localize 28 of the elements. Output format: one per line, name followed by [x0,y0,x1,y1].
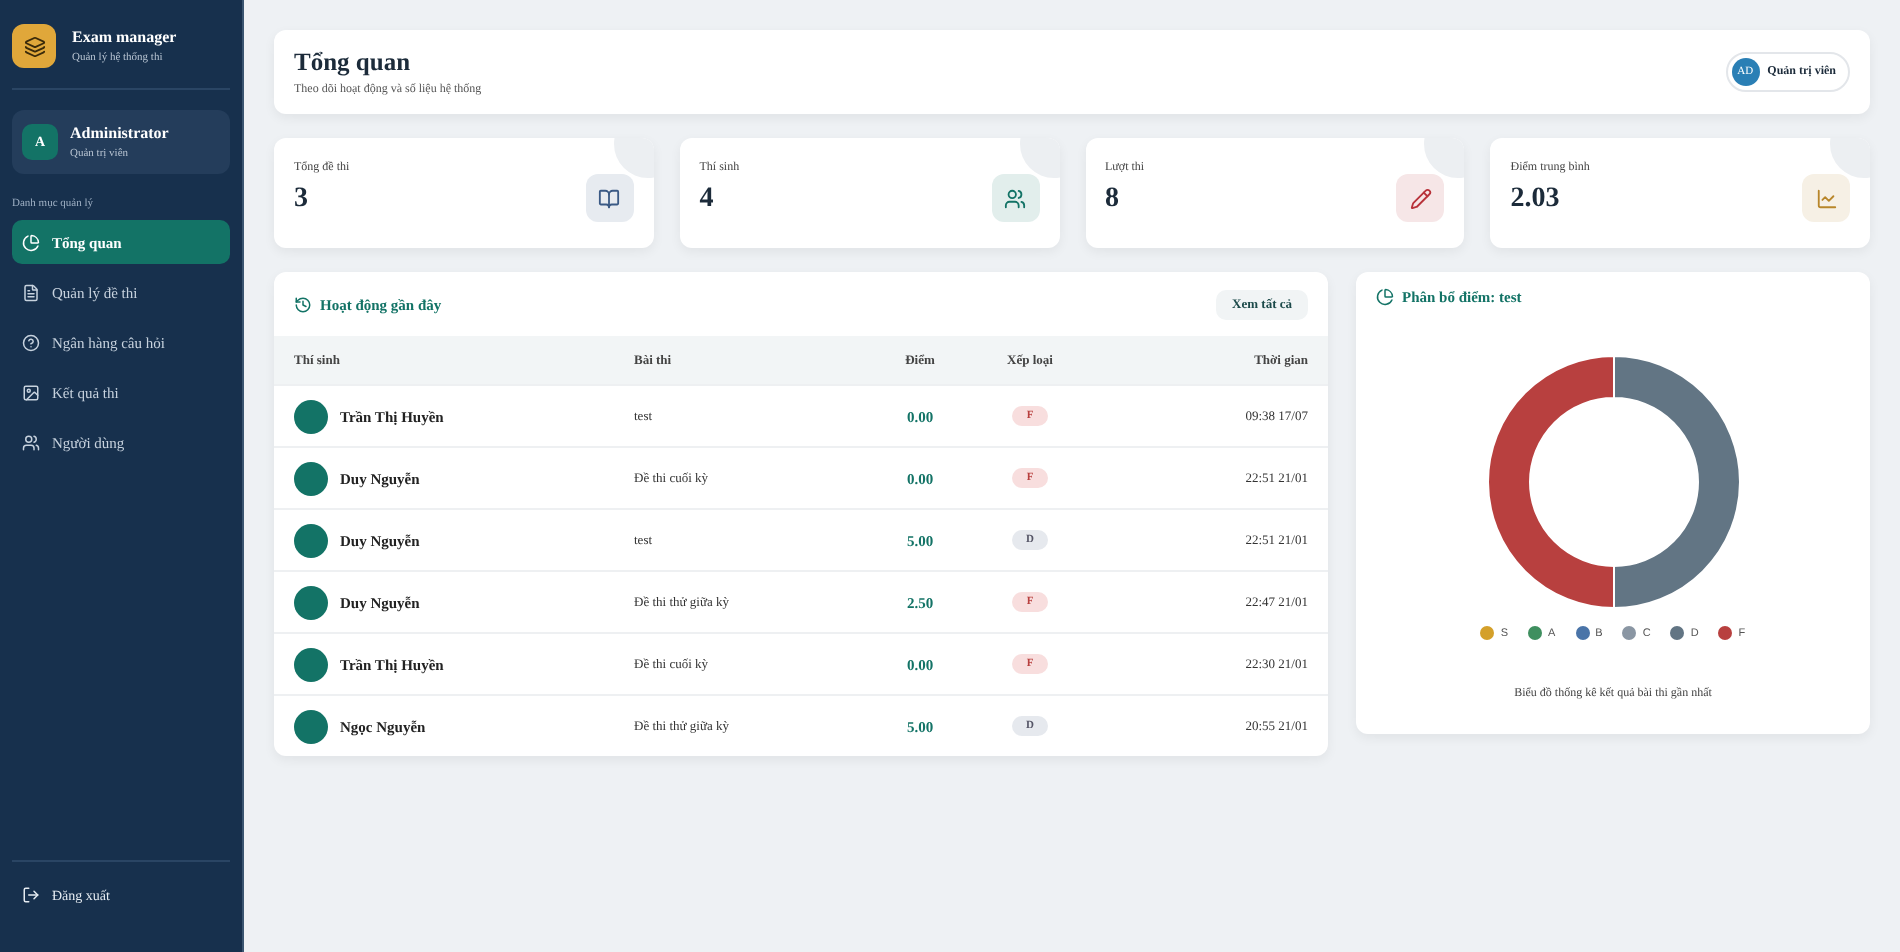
stat-value: 8 [1105,184,1121,216]
stat-value: 3 [294,184,310,216]
layers-icon [12,24,56,68]
avatar [294,523,328,557]
app-title: Exam manager [72,28,177,46]
user-name: Administrator [70,124,169,142]
document-icon [22,283,40,301]
stat-value: 2.03 [1510,184,1562,216]
legend-dot [1575,626,1590,640]
stat-value: 4 [699,184,716,216]
logout-icon [22,886,40,904]
legend-dot [1670,626,1685,640]
users-icon [22,433,40,451]
avatar [294,399,328,433]
legend-dot [1527,626,1542,640]
page-title: Tổng quan [294,48,413,78]
legend-dot [1480,626,1495,640]
pie-chart-icon [1376,288,1394,306]
avatar [294,461,328,495]
avatar [294,709,328,743]
legend-dot [1718,626,1733,640]
pie-chart-icon [22,233,40,251]
legend-dot [1622,626,1637,640]
history-icon [294,295,312,313]
avatar [294,647,328,681]
avatar [294,585,328,619]
question-icon [22,333,40,351]
picture-icon [22,383,40,401]
